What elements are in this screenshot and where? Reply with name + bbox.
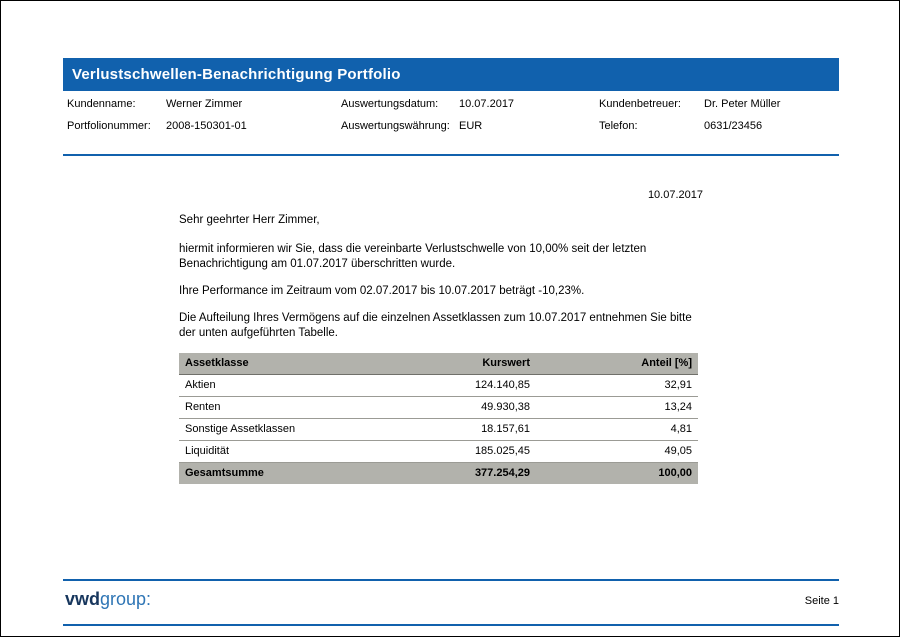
divider-line-bottom [63, 624, 839, 626]
table-total-row: Gesamtsumme 377.254,29 100,00 [179, 463, 698, 485]
asset-table-footer: Gesamtsumme 377.254,29 100,00 [179, 463, 698, 485]
cell-assetklasse: Sonstige Assetklassen [179, 419, 384, 441]
meta-label-kundenbetreuer: Kundenbetreuer: [599, 98, 681, 110]
document-title: Verlustschwellen-Benachrichtigung Portfo… [72, 66, 401, 83]
column-header-kurswert: Kurswert [384, 353, 536, 375]
cell-anteil: 4,81 [536, 419, 698, 441]
meta-value-kundenname: Werner Zimmer [166, 98, 242, 110]
paragraph-performance: Ihre Performance im Zeitraum vom 02.07.2… [179, 284, 703, 299]
cell-assetklasse: Liquidität [179, 441, 384, 463]
page-number: Seite 1 [639, 595, 839, 607]
cell-kurswert: 124.140,85 [384, 375, 536, 397]
vwd-group-logo: vwdgroup: [65, 589, 151, 610]
cell-anteil: 49,05 [536, 441, 698, 463]
salutation: Sehr geehrter Herr Zimmer, [179, 213, 703, 228]
meta-label-auswertungsdatum: Auswertungsdatum: [341, 98, 438, 110]
meta-value-portfolionummer: 2008-150301-01 [166, 120, 247, 132]
letter-body: Sehr geehrter Herr Zimmer, hiermit infor… [179, 213, 703, 484]
column-header-assetklasse: Assetklasse [179, 353, 384, 375]
document-page: Verlustschwellen-Benachrichtigung Portfo… [0, 0, 900, 637]
cell-kurswert: 185.025,45 [384, 441, 536, 463]
table-row: Liquidität 185.025,45 49,05 [179, 441, 698, 463]
paragraph-allocation: Die Aufteilung Ihres Vermögens auf die e… [179, 311, 703, 341]
table-header-row: Assetklasse Kurswert Anteil [%] [179, 353, 698, 375]
meta-section: Kundenname: Werner Zimmer Auswertungsdat… [63, 96, 839, 144]
divider-line-footer-top [63, 579, 839, 581]
meta-label-portfolionummer: Portfolionummer: [67, 120, 151, 132]
cell-kurswert: 18.157,61 [384, 419, 536, 441]
document-title-bar: Verlustschwellen-Benachrichtigung Portfo… [63, 58, 839, 91]
meta-label-kundenname: Kundenname: [67, 98, 136, 110]
logo-text-vwd: vwd [65, 589, 100, 609]
asset-table-body: Aktien 124.140,85 32,91 Renten 49.930,38… [179, 375, 698, 463]
cell-anteil: 32,91 [536, 375, 698, 397]
asset-table: Assetklasse Kurswert Anteil [%] Aktien 1… [179, 353, 698, 484]
paragraph-threshold: hiermit informieren wir Sie, dass die ve… [179, 242, 703, 272]
letter-date: 10.07.2017 [179, 189, 703, 201]
meta-value-auswertungsdatum: 10.07.2017 [459, 98, 514, 110]
table-row: Renten 49.930,38 13,24 [179, 397, 698, 419]
meta-value-telefon: 0631/23456 [704, 120, 762, 132]
logo-text-group: group: [100, 589, 151, 609]
cell-assetklasse: Renten [179, 397, 384, 419]
asset-table-header: Assetklasse Kurswert Anteil [%] [179, 353, 698, 375]
meta-value-auswertungswaehrung: EUR [459, 120, 482, 132]
cell-kurswert: 49.930,38 [384, 397, 536, 419]
cell-anteil: 13,24 [536, 397, 698, 419]
total-kurswert: 377.254,29 [384, 463, 536, 485]
divider-line-top [63, 154, 839, 156]
total-label: Gesamtsumme [179, 463, 384, 485]
meta-label-auswertungswaehrung: Auswertungswährung: [341, 120, 450, 132]
cell-assetklasse: Aktien [179, 375, 384, 397]
meta-value-kundenbetreuer: Dr. Peter Müller [704, 98, 780, 110]
table-row: Sonstige Assetklassen 18.157,61 4,81 [179, 419, 698, 441]
column-header-anteil: Anteil [%] [536, 353, 698, 375]
total-anteil: 100,00 [536, 463, 698, 485]
meta-label-telefon: Telefon: [599, 120, 638, 132]
table-row: Aktien 124.140,85 32,91 [179, 375, 698, 397]
